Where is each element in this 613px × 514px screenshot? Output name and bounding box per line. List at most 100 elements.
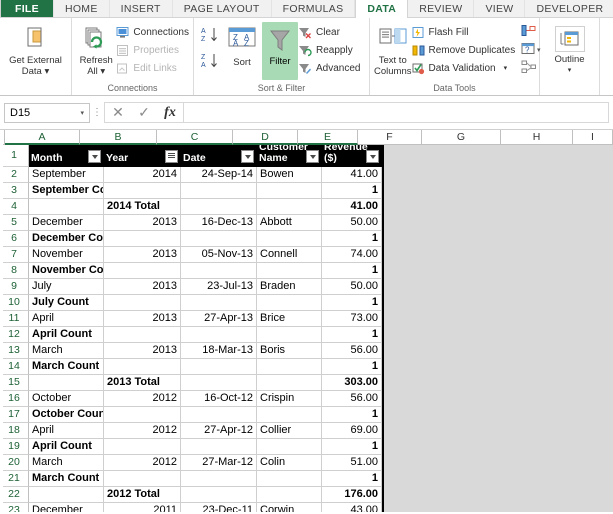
cell-C21[interactable] — [181, 471, 257, 487]
cell-D11[interactable]: Brice — [257, 311, 322, 327]
cell-B23[interactable]: 2011 — [104, 503, 181, 512]
cell-E18[interactable]: 69.00 — [322, 423, 382, 439]
connections-button[interactable]: Connections — [116, 23, 189, 41]
filter-dropdown-icon[interactable] — [366, 150, 379, 163]
filter-button[interactable]: Filter — [262, 22, 298, 80]
cell-E13[interactable]: 56.00 — [322, 343, 382, 359]
filter-sorted-icon[interactable] — [165, 150, 178, 163]
text-to-columns-button[interactable]: Text to Columns — [374, 22, 412, 77]
cell-C4[interactable] — [181, 199, 257, 215]
cell-C10[interactable] — [181, 295, 257, 311]
cell-C15[interactable] — [181, 375, 257, 391]
cell-B21[interactable] — [104, 471, 181, 487]
row-header-14[interactable]: 14 — [0, 359, 29, 375]
row-header-3[interactable]: 3 — [0, 183, 29, 199]
cell-C17[interactable] — [181, 407, 257, 423]
cell-D18[interactable]: Collier — [257, 423, 322, 439]
row-header-17[interactable]: 17 — [0, 407, 29, 423]
cell-A21[interactable]: March Count — [29, 471, 104, 487]
cell-A23[interactable]: December — [29, 503, 104, 512]
cell-A2[interactable]: September — [29, 167, 104, 183]
reapply-filter-button[interactable]: Reapply — [298, 41, 360, 59]
outline-button[interactable]: Outline ▾ — [544, 22, 595, 76]
cell-A20[interactable]: March — [29, 455, 104, 471]
cell-B13[interactable]: 2013 — [104, 343, 181, 359]
row-header-21[interactable]: 21 — [0, 471, 29, 487]
cell-E8[interactable]: 1 — [322, 263, 382, 279]
cell-A5[interactable]: December — [29, 215, 104, 231]
cell-D17[interactable] — [257, 407, 322, 423]
row-header-19[interactable]: 19 — [0, 439, 29, 455]
cell-C14[interactable] — [181, 359, 257, 375]
cell-C18[interactable]: 27-Apr-12 — [181, 423, 257, 439]
cell-C11[interactable]: 27-Apr-13 — [181, 311, 257, 327]
filter-dropdown-icon[interactable] — [241, 150, 254, 163]
cell-E21[interactable]: 1 — [322, 471, 382, 487]
cell-A3[interactable]: September Count — [29, 183, 104, 199]
cell-A7[interactable]: November — [29, 247, 104, 263]
column-header-i[interactable]: I — [573, 130, 613, 145]
cell-A22[interactable] — [29, 487, 104, 503]
cell-E2[interactable]: 41.00 — [322, 167, 382, 183]
cell-C5[interactable]: 16-Dec-13 — [181, 215, 257, 231]
cell-A19[interactable]: April Count — [29, 439, 104, 455]
cell-D12[interactable] — [257, 327, 322, 343]
cell-D7[interactable]: Connell — [257, 247, 322, 263]
cell-B17[interactable] — [104, 407, 181, 423]
cell-C12[interactable] — [181, 327, 257, 343]
column-header-c[interactable]: C — [157, 130, 233, 145]
refresh-all-button[interactable]: Refresh All ▾ — [76, 22, 116, 77]
outline-dropdown-arrow[interactable]: ▾ — [568, 65, 572, 76]
row-header-22[interactable]: 22 — [0, 487, 29, 503]
get-external-data-dropdown-arrow[interactable]: ▾ — [44, 66, 49, 77]
cell-E14[interactable]: 1 — [322, 359, 382, 375]
cell-E10[interactable]: 1 — [322, 295, 382, 311]
cell-A18[interactable]: April — [29, 423, 104, 439]
cell-C22[interactable] — [181, 487, 257, 503]
row-header-9[interactable]: 9 — [0, 279, 29, 295]
cell-C9[interactable]: 23-Jul-13 — [181, 279, 257, 295]
column-header-h[interactable]: H — [501, 130, 573, 145]
cell-B8[interactable] — [104, 263, 181, 279]
cell-D10[interactable] — [257, 295, 322, 311]
column-header-b[interactable]: B — [80, 130, 157, 145]
cell-B4[interactable]: 2014 Total — [104, 199, 181, 215]
cell-A11[interactable]: April — [29, 311, 104, 327]
column-header-f[interactable]: F — [358, 130, 422, 145]
cell-D19[interactable] — [257, 439, 322, 455]
ribbon-tab-data[interactable]: DATA — [355, 0, 409, 18]
cell-A10[interactable]: July Count — [29, 295, 104, 311]
get-external-data-button[interactable]: Get External Data ▾ — [7, 22, 65, 77]
ribbon-tab-file[interactable]: FILE — [1, 0, 54, 17]
cell-A16[interactable]: October — [29, 391, 104, 407]
column-header-a[interactable]: A — [5, 130, 80, 145]
cell-D20[interactable]: Colin — [257, 455, 322, 471]
ribbon-tab-insert[interactable]: INSERT — [109, 0, 173, 17]
cell-D16[interactable]: Crispin — [257, 391, 322, 407]
cell-B5[interactable]: 2013 — [104, 215, 181, 231]
cell-B12[interactable] — [104, 327, 181, 343]
name-box[interactable]: D15 ▾ — [4, 102, 90, 123]
sort-descending-button[interactable]: Z A — [200, 50, 220, 76]
advanced-filter-button[interactable]: Advanced — [298, 59, 360, 77]
flash-fill-button[interactable]: Flash Fill — [412, 23, 516, 41]
row-header-2[interactable]: 2 — [0, 167, 29, 183]
cell-B7[interactable]: 2013 — [104, 247, 181, 263]
row-header-12[interactable]: 12 — [0, 327, 29, 343]
cell-E7[interactable]: 74.00 — [322, 247, 382, 263]
cell-C23[interactable]: 23-Dec-11 — [181, 503, 257, 512]
cell-B3[interactable] — [104, 183, 181, 199]
data-validation-button[interactable]: Data Validation ▾ — [412, 59, 516, 77]
cell-D9[interactable]: Braden — [257, 279, 322, 295]
cell-E4[interactable]: 41.00 — [322, 199, 382, 215]
row-header-13[interactable]: 13 — [0, 343, 29, 359]
ribbon-tab-developer[interactable]: DEVELOPER — [525, 0, 613, 17]
enter-check-icon[interactable]: ✓ — [131, 104, 157, 121]
filter-dropdown-icon[interactable] — [306, 150, 319, 163]
cell-A14[interactable]: March Count — [29, 359, 104, 375]
formula-bar-expand-dots[interactable]: ⋮ — [90, 107, 104, 118]
formula-input[interactable] — [183, 102, 609, 123]
ribbon-tab-review[interactable]: REVIEW — [408, 0, 475, 17]
cell-E11[interactable]: 73.00 — [322, 311, 382, 327]
cell-B20[interactable]: 2012 — [104, 455, 181, 471]
